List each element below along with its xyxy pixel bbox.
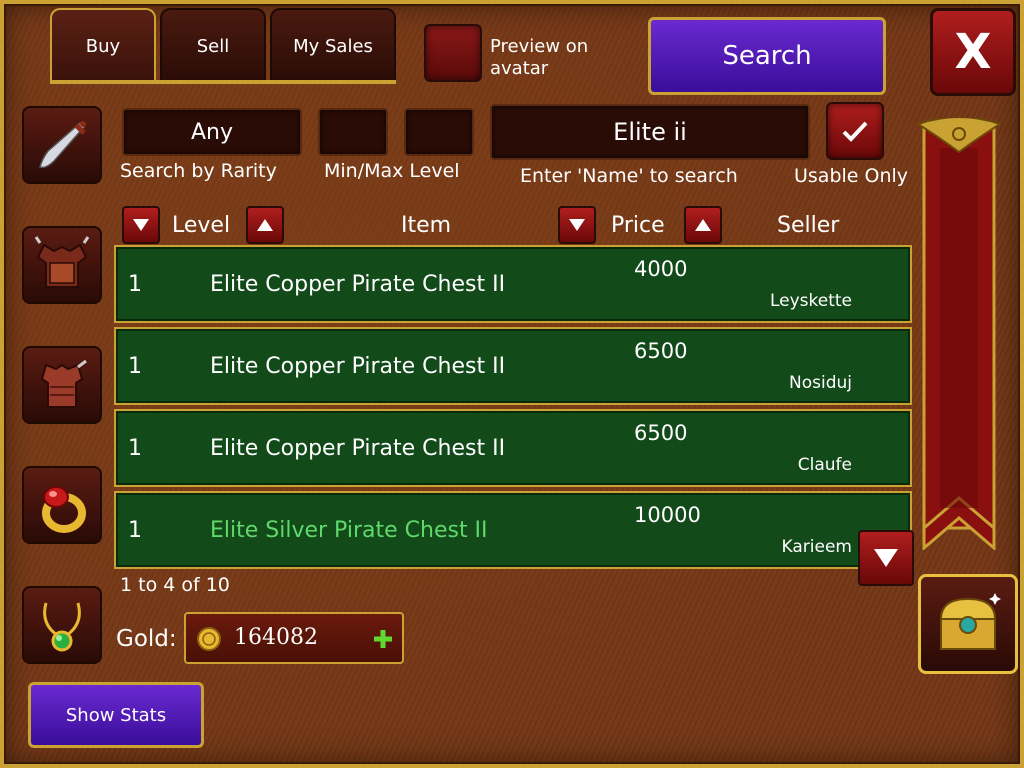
price-sort-asc-button[interactable] <box>684 206 722 244</box>
amulet-icon <box>43 602 81 652</box>
tab-my-sales-label: My Sales <box>293 35 373 57</box>
plus-icon[interactable] <box>372 628 394 650</box>
max-level-input[interactable] <box>404 108 474 156</box>
category-heavy-armor-button[interactable] <box>22 226 102 304</box>
row-item-name: Elite Copper Pirate Chest II <box>210 354 506 379</box>
dagger-icon <box>39 121 86 169</box>
close-icon: X <box>954 24 992 80</box>
row-level: 1 <box>128 518 142 543</box>
row-item-name: Elite Copper Pirate Chest II <box>210 436 506 461</box>
gold-coin-icon <box>197 627 221 651</box>
treasure-chest-icon <box>939 593 1001 650</box>
gold-amount: 164082 <box>234 625 318 650</box>
row-price: 10000 <box>634 503 701 527</box>
search-button[interactable]: Search <box>648 17 886 95</box>
leather-armor-icon <box>40 359 87 408</box>
level-caption: Min/Max Level <box>324 160 460 182</box>
category-amulets-button[interactable] <box>22 586 102 664</box>
min-level-input[interactable] <box>318 108 388 156</box>
show-stats-button[interactable]: Show Stats <box>28 682 204 748</box>
price-sort-desc-button[interactable] <box>558 206 596 244</box>
gold-display: 164082 <box>184 612 404 664</box>
row-price: 4000 <box>634 257 688 281</box>
row-item-name: Elite Copper Pirate Chest II <box>210 272 506 297</box>
tab-buy-label: Buy <box>85 35 121 57</box>
level-column-header: Level <box>172 213 231 238</box>
category-light-armor-button[interactable] <box>22 346 102 424</box>
close-button[interactable]: X <box>930 8 1016 96</box>
listing-row[interactable]: 1 Elite Copper Pirate Chest II 6500 Clau… <box>114 409 912 487</box>
listing-row[interactable]: 1 Elite Silver Pirate Chest II 10000 Kar… <box>114 491 912 569</box>
row-price: 6500 <box>634 421 688 445</box>
category-weapons-button[interactable] <box>22 106 102 184</box>
banner-scrollbar[interactable] <box>918 118 1000 550</box>
rarity-select[interactable]: Any <box>122 108 302 156</box>
rarity-caption: Search by Rarity <box>120 160 277 182</box>
name-search-input[interactable]: Elite ii <box>490 104 810 160</box>
preview-avatar-checkbox[interactable] <box>424 24 482 82</box>
search-button-label: Search <box>722 41 812 71</box>
price-column-header: Price <box>611 213 665 238</box>
preview-avatar-label: Preview on avatar <box>490 36 589 79</box>
checkmark-icon <box>842 121 868 142</box>
scroll-down-button[interactable] <box>858 530 914 586</box>
chest-armor-icon <box>34 236 90 288</box>
usable-only-checkbox[interactable] <box>826 102 884 160</box>
seller-column-header: Seller <box>777 213 840 238</box>
tabs-underline <box>50 80 396 84</box>
row-seller: Nosiduj <box>789 373 852 393</box>
row-seller: Claufe <box>797 455 852 475</box>
triangle-down-icon <box>874 549 898 567</box>
tab-buy[interactable]: Buy <box>50 8 156 82</box>
usable-caption: Usable Only <box>794 165 909 187</box>
row-level: 1 <box>128 436 142 461</box>
tab-sell[interactable]: Sell <box>160 8 266 82</box>
listing-row[interactable]: 1 Elite Copper Pirate Chest II 4000 Leys… <box>114 245 912 323</box>
pagination-text: 1 to 4 of 10 <box>120 574 230 596</box>
row-seller: Leyskette <box>769 291 852 311</box>
tab-my-sales[interactable]: My Sales <box>270 8 396 82</box>
triangle-up-icon <box>257 219 273 231</box>
name-caption: Enter 'Name' to search <box>520 165 738 187</box>
triangle-down-icon <box>569 219 585 231</box>
name-search-value: Elite ii <box>613 118 687 146</box>
show-stats-label: Show Stats <box>65 704 167 726</box>
row-item-name: Elite Silver Pirate Chest II <box>210 518 488 543</box>
row-level: 1 <box>128 354 142 379</box>
category-rings-button[interactable] <box>22 466 102 544</box>
item-column-header: Item <box>401 213 452 238</box>
rarity-value: Any <box>190 119 233 145</box>
triangle-up-icon <box>695 219 711 231</box>
row-price: 6500 <box>634 339 688 363</box>
level-sort-desc-button[interactable] <box>122 206 160 244</box>
row-level: 1 <box>128 272 142 297</box>
triangle-down-icon <box>133 219 149 231</box>
row-seller: Karieem <box>781 537 852 557</box>
level-sort-asc-button[interactable] <box>246 206 284 244</box>
listing-row[interactable]: 1 Elite Copper Pirate Chest II 6500 Nosi… <box>114 327 912 405</box>
gold-label: Gold: <box>116 626 177 652</box>
ring-icon <box>42 486 86 533</box>
inventory-chest-button[interactable] <box>918 574 1018 674</box>
tab-sell-label: Sell <box>196 35 230 57</box>
